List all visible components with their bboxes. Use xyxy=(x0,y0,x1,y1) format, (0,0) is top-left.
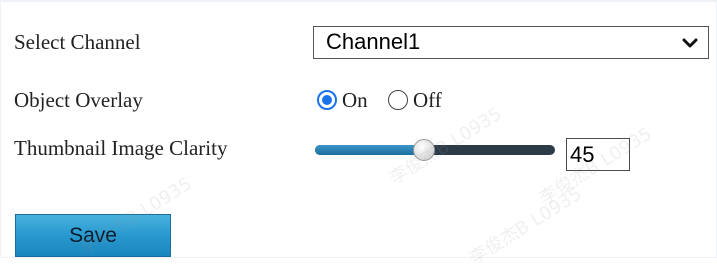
clarity-slider[interactable] xyxy=(315,138,555,162)
overlay-on-radio[interactable]: On xyxy=(317,88,368,112)
overlay-on-label: On xyxy=(342,87,368,112)
watermark-text: 李俊杰B L0935 xyxy=(465,183,586,270)
select-channel-label: Select Channel xyxy=(14,30,141,54)
thumbnail-clarity-label: Thumbnail Image Clarity xyxy=(14,136,228,160)
overlay-off-label: Off xyxy=(413,87,442,112)
channel-select-value: Channel1 xyxy=(326,29,421,54)
overlay-off-radio[interactable]: Off xyxy=(388,88,442,112)
chevron-down-icon xyxy=(682,38,698,48)
radio-checked-icon[interactable] xyxy=(317,90,337,110)
radio-unchecked-icon[interactable] xyxy=(388,90,408,110)
channel-select[interactable]: Channel1 xyxy=(313,26,709,59)
object-overlay-label: Object Overlay xyxy=(14,88,143,112)
clarity-slider-fill xyxy=(315,145,424,155)
clarity-slider-thumb[interactable] xyxy=(413,139,435,161)
save-button[interactable]: Save xyxy=(15,214,171,257)
settings-panel: Select Channel Channel1 Object Overlay O… xyxy=(0,0,717,269)
clarity-value-input[interactable]: 45 xyxy=(566,138,630,171)
